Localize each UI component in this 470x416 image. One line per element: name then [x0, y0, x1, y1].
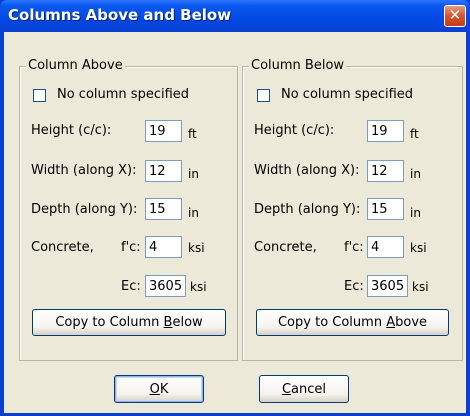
- above-fc-label: f'c:: [121, 240, 141, 255]
- below-fc-unit: ksi: [410, 241, 427, 255]
- below-no-column-checkbox[interactable]: [257, 89, 270, 102]
- above-width-label: Width (along X):: [31, 163, 137, 178]
- below-ec-input[interactable]: [367, 275, 408, 297]
- ok-mnemonic: O: [149, 381, 160, 397]
- below-depth-label: Depth (along Y):: [254, 202, 361, 217]
- above-no-column-checkbox[interactable]: [33, 89, 46, 102]
- above-depth-unit: in: [188, 206, 199, 220]
- above-ec-input[interactable]: [145, 275, 186, 297]
- below-fc-label: f'c:: [344, 240, 364, 255]
- above-ec-label: Ec:: [121, 279, 141, 294]
- below-width-label: Width (along X):: [254, 163, 360, 178]
- above-depth-input[interactable]: [145, 198, 182, 220]
- below-ec-label: Ec:: [344, 279, 364, 294]
- copy-to-column-above-button[interactable]: Copy to Column Above: [256, 309, 449, 336]
- below-height-label: Height (c/c):: [254, 123, 335, 138]
- dialog-window: Columns Above and Below ✕ Column Above C…: [0, 0, 470, 416]
- cancel-label-end: ancel: [291, 381, 327, 397]
- above-height-input[interactable]: [145, 120, 182, 142]
- above-width-unit: in: [188, 167, 199, 181]
- below-depth-unit: in: [410, 206, 421, 220]
- above-ec-unit: ksi: [190, 280, 207, 294]
- column-below-group-label: Column Below: [249, 58, 347, 73]
- below-concrete-label: Concrete,: [254, 240, 317, 255]
- ok-label-end: K: [159, 381, 169, 397]
- below-no-column-label: No column specified: [281, 87, 414, 102]
- dialog-title: Columns Above and Below: [8, 6, 232, 24]
- dialog-body: Column Above Column Below No column spec…: [4, 32, 466, 413]
- copy-to-column-below-label-end: elow: [172, 315, 203, 330]
- copy-to-column-above-label-start: Copy to Column: [277, 315, 387, 330]
- above-height-label: Height (c/c):: [31, 123, 112, 138]
- above-no-column-label: No column specified: [57, 87, 190, 102]
- below-height-unit: ft: [410, 127, 419, 141]
- above-depth-label: Depth (along Y):: [31, 202, 138, 217]
- ok-button[interactable]: OK: [114, 375, 204, 403]
- below-height-input[interactable]: [367, 120, 404, 142]
- close-button[interactable]: ✕: [444, 5, 466, 27]
- above-width-input[interactable]: [145, 160, 182, 182]
- copy-to-column-above-label-end: bove: [395, 315, 428, 330]
- copy-to-column-below-label-start: Copy to Column: [55, 315, 164, 330]
- above-concrete-label: Concrete,: [31, 240, 94, 255]
- above-fc-unit: ksi: [188, 241, 205, 255]
- column-above-group-label: Column Above: [26, 58, 125, 73]
- cancel-mnemonic: C: [281, 381, 292, 397]
- below-fc-input[interactable]: [367, 236, 404, 258]
- above-height-unit: ft: [188, 127, 197, 141]
- copy-to-column-above-mnemonic: A: [386, 315, 396, 330]
- copy-to-column-below-button[interactable]: Copy to Column Below: [32, 309, 226, 336]
- cancel-button[interactable]: Cancel: [259, 375, 349, 403]
- below-ec-unit: ksi: [412, 280, 429, 294]
- above-fc-input[interactable]: [145, 236, 182, 258]
- below-width-unit: in: [410, 167, 421, 181]
- below-width-input[interactable]: [367, 160, 404, 182]
- close-icon: ✕: [448, 6, 462, 24]
- title-bar[interactable]: Columns Above and Below ✕: [0, 0, 470, 32]
- below-depth-input[interactable]: [367, 198, 404, 220]
